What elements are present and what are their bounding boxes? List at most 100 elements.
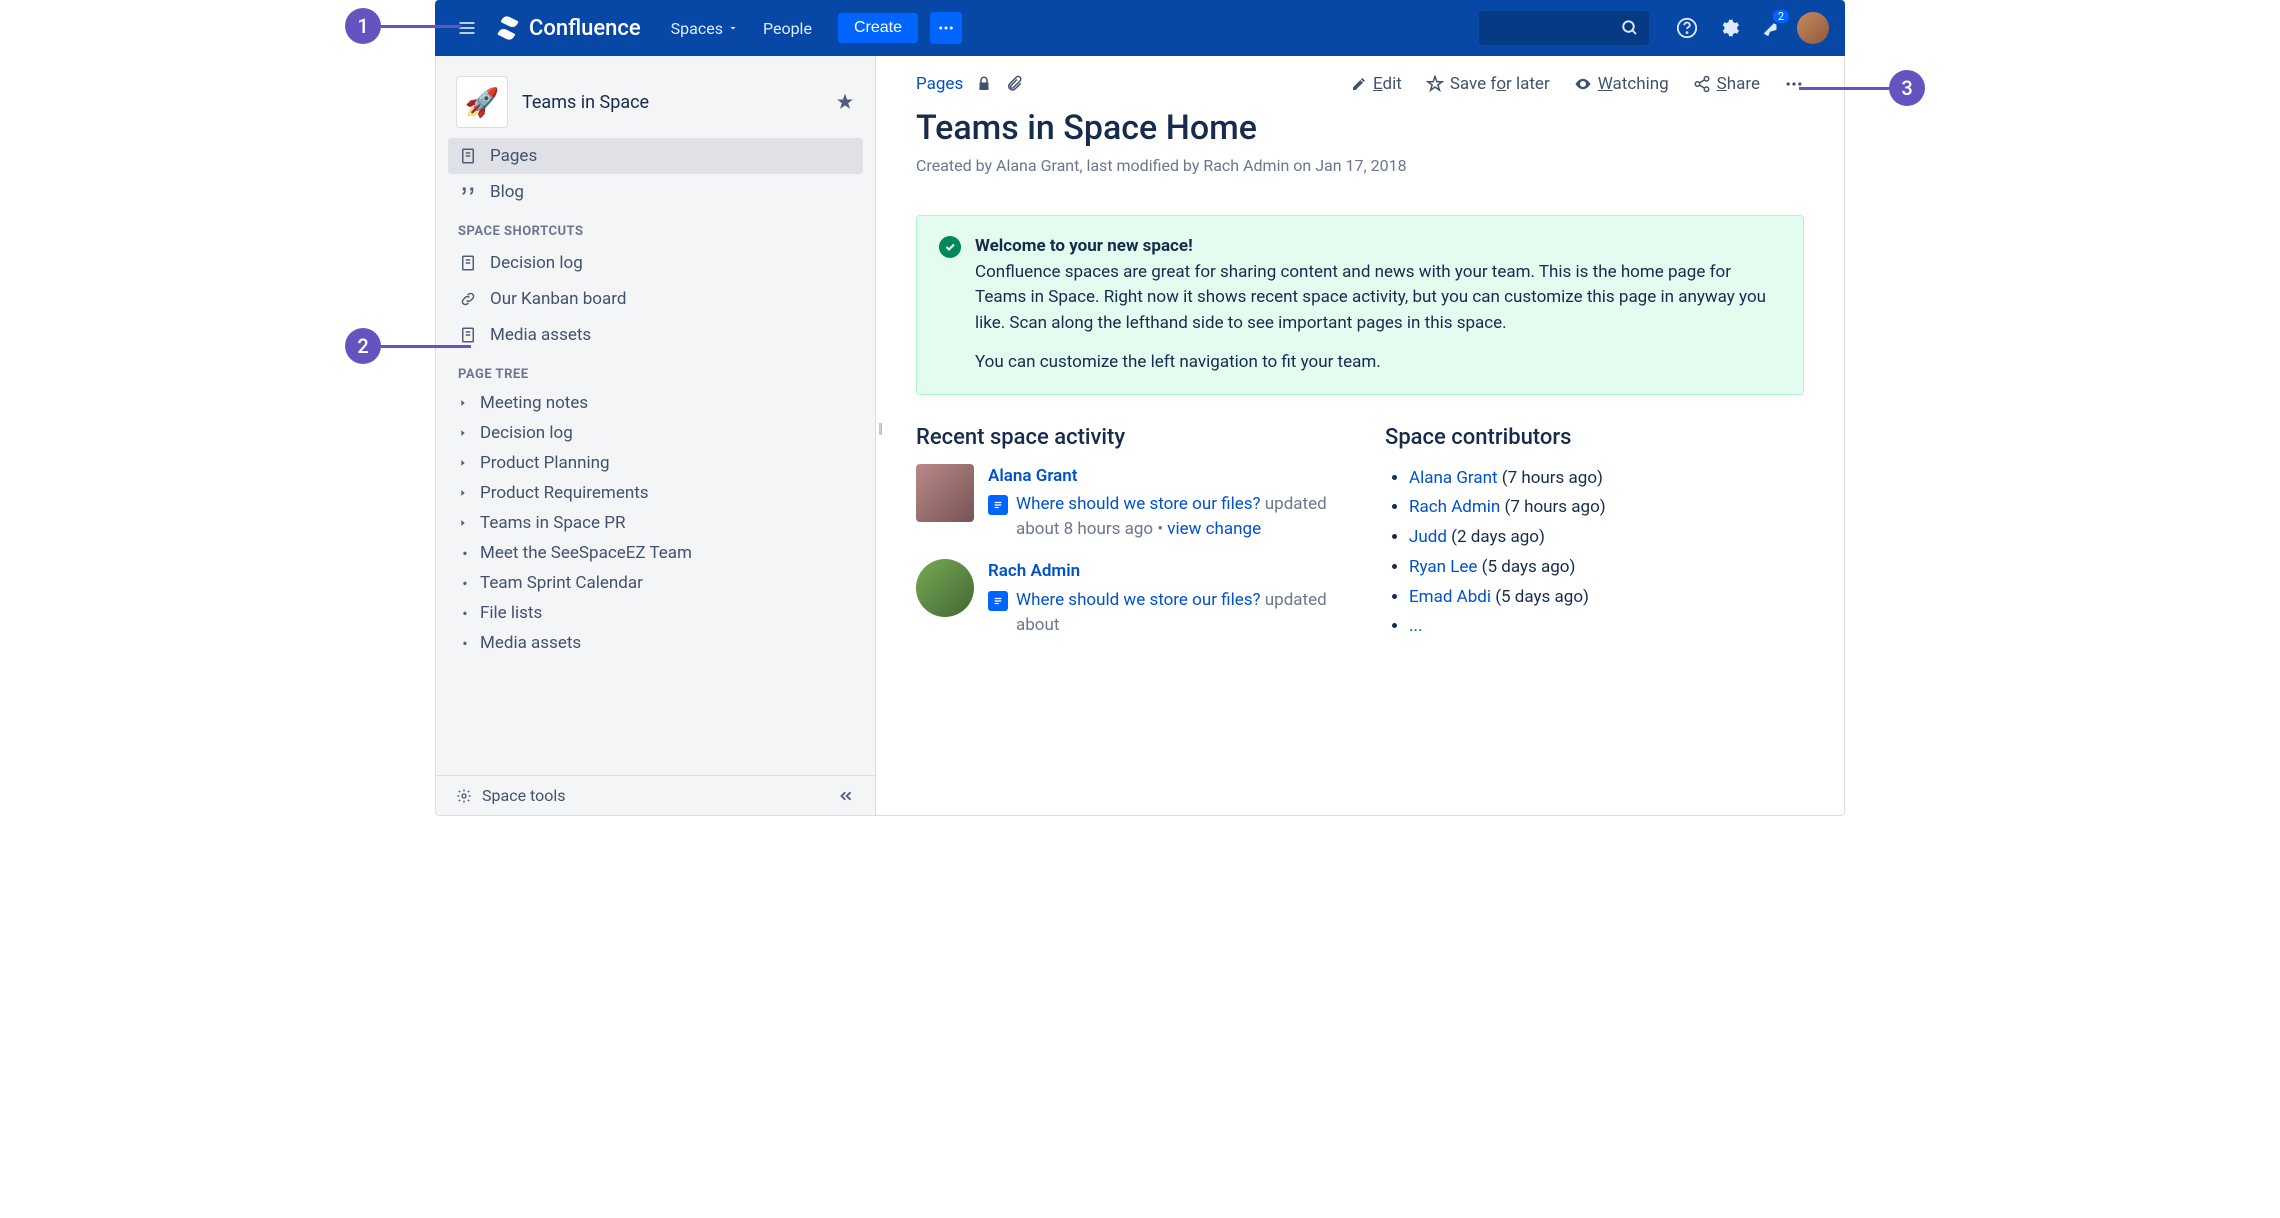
help-button[interactable] (1671, 12, 1703, 44)
page-tree-item[interactable]: Decision log (448, 418, 863, 448)
contributor-link[interactable]: Rach Admin (1409, 497, 1500, 517)
chevron-down-icon (727, 22, 739, 34)
space-name[interactable]: Teams in Space (522, 92, 821, 113)
contributor-link[interactable]: Alana Grant (1409, 468, 1498, 488)
attachments-button[interactable] (1005, 75, 1023, 93)
page-tree-item[interactable]: •Media assets (448, 628, 863, 658)
contributor-item: Ryan Lee (5 days ago) (1409, 553, 1804, 583)
tree-item-label: Media assets (480, 633, 581, 653)
space-header: 🚀 Teams in Space (436, 72, 875, 138)
app-switcher-button[interactable] (451, 12, 483, 44)
star-outline-icon (1426, 75, 1444, 93)
create-more-button[interactable] (930, 12, 962, 44)
attachment-icon (1005, 75, 1023, 93)
page-title: Teams in Space Home (916, 108, 1804, 148)
confluence-logo[interactable]: Confluence (495, 15, 641, 41)
annotation-line-1 (381, 25, 461, 28)
info-panel-title: Welcome to your new space! (975, 236, 1193, 256)
collapse-sidebar-button[interactable] (837, 787, 855, 805)
more-actions-button[interactable] (1784, 74, 1804, 94)
tree-item-label: File lists (480, 603, 542, 623)
page-icon (458, 326, 478, 344)
search-icon (1621, 19, 1639, 37)
nav-people[interactable]: People (753, 13, 822, 44)
nav-menu: Spaces People (661, 13, 822, 44)
contributor-ago: (2 days ago) (1451, 527, 1545, 547)
contributor-ago: (5 days ago) (1482, 557, 1576, 577)
view-change-link[interactable]: view change (1167, 519, 1261, 539)
settings-button[interactable] (1713, 12, 1745, 44)
activity-item: Rach Admin Where should we store our file… (916, 559, 1335, 637)
sidebar-shortcut-item[interactable]: Decision log (448, 245, 863, 281)
contributor-link[interactable]: Judd (1409, 527, 1447, 547)
favorite-space-button[interactable] (835, 92, 855, 112)
chevron-right-icon (458, 398, 472, 408)
contributor-ago: (7 hours ago) (1502, 468, 1603, 488)
page-tree-heading: PAGE TREE (448, 353, 863, 388)
bullet-icon: • (458, 574, 472, 593)
search-input[interactable] (1479, 11, 1649, 45)
recent-activity-heading: Recent space activity (916, 425, 1335, 450)
help-icon (1676, 17, 1698, 39)
ellipsis-icon (1784, 74, 1804, 94)
space-tools-link[interactable]: Space tools (482, 786, 566, 805)
page-meta: Created by Alana Grant, last modified by… (916, 156, 1804, 175)
sidebar-resize-handle[interactable]: || (878, 421, 881, 437)
sidebar-item-label: Decision log (490, 253, 583, 273)
contributor-ago: (7 hours ago) (1505, 497, 1606, 517)
chevron-right-icon (458, 488, 472, 498)
tree-item-label: Product Requirements (480, 483, 649, 503)
activity-page-link[interactable]: Where should we store our files? (1016, 590, 1261, 610)
chevron-right-icon (458, 518, 472, 528)
page-tree-item[interactable]: •Team Sprint Calendar (448, 568, 863, 598)
sidebar-blog[interactable]: Blog (448, 174, 863, 210)
save-for-later-button[interactable]: Save for later (1426, 74, 1550, 94)
page-tree-item[interactable]: Teams in Space PR (448, 508, 863, 538)
sidebar-pages[interactable]: Pages (448, 138, 863, 174)
watching-button[interactable]: Watching (1574, 74, 1669, 94)
check-circle-icon (939, 236, 961, 258)
activity-item: Alana Grant Where should we store our fil… (916, 464, 1335, 542)
page-tree-item[interactable]: Product Requirements (448, 478, 863, 508)
annotation-callout-2: 2 (345, 328, 381, 364)
star-icon (835, 92, 855, 112)
info-panel-body: Confluence spaces are great for sharing … (975, 260, 1781, 337)
contributors-more-link[interactable]: ... (1409, 616, 1422, 636)
contributor-link[interactable]: Ryan Lee (1409, 557, 1477, 577)
activity-page-link[interactable]: Where should we store our files? (1016, 494, 1261, 514)
sidebar-item-label: Our Kanban board (490, 289, 626, 309)
sidebar-shortcut-item[interactable]: Media assets (448, 317, 863, 353)
annotation-callout-1: 1 (345, 8, 381, 44)
contributor-link[interactable]: Emad Abdi (1409, 587, 1491, 607)
gear-icon (1718, 17, 1740, 39)
page-icon (458, 147, 478, 165)
info-panel-body-2: You can customize the left navigation to… (975, 350, 1781, 376)
page-tree-item[interactable]: •Meet the SeeSpaceEZ Team (448, 538, 863, 568)
notifications-button[interactable]: 2 (1755, 12, 1787, 44)
page-icon (458, 254, 478, 272)
page-tree-item[interactable]: Product Planning (448, 448, 863, 478)
gear-icon (456, 788, 472, 804)
bullet-icon: • (458, 544, 472, 563)
share-button[interactable]: Share (1693, 74, 1760, 94)
profile-avatar[interactable] (1797, 12, 1829, 44)
info-panel: Welcome to your new space! Confluence sp… (916, 215, 1804, 395)
shortcuts-heading: SPACE SHORTCUTS (448, 210, 863, 245)
edit-button[interactable]: Edit (1351, 74, 1402, 94)
create-button[interactable]: Create (838, 13, 918, 43)
sidebar-shortcut-item[interactable]: Our Kanban board (448, 281, 863, 317)
main-content: Pages Edit Save for later (876, 56, 1844, 815)
breadcrumb-pages[interactable]: Pages (916, 74, 963, 94)
activity-user-link[interactable]: Rach Admin (988, 559, 1335, 584)
page-tree-item[interactable]: •File lists (448, 598, 863, 628)
page-restrictions-button[interactable] (975, 75, 993, 93)
space-logo[interactable]: 🚀 (456, 76, 508, 128)
nav-spaces[interactable]: Spaces (661, 13, 749, 44)
contributor-item: Alana Grant (7 hours ago) (1409, 464, 1804, 494)
activity-avatar[interactable] (916, 464, 974, 522)
activity-avatar[interactable] (916, 559, 974, 617)
contributor-ago: (5 days ago) (1495, 587, 1589, 607)
activity-user-link[interactable]: Alana Grant (988, 464, 1335, 489)
page-tree-item[interactable]: Meeting notes (448, 388, 863, 418)
page-toolbar: Pages Edit Save for later (916, 74, 1804, 94)
